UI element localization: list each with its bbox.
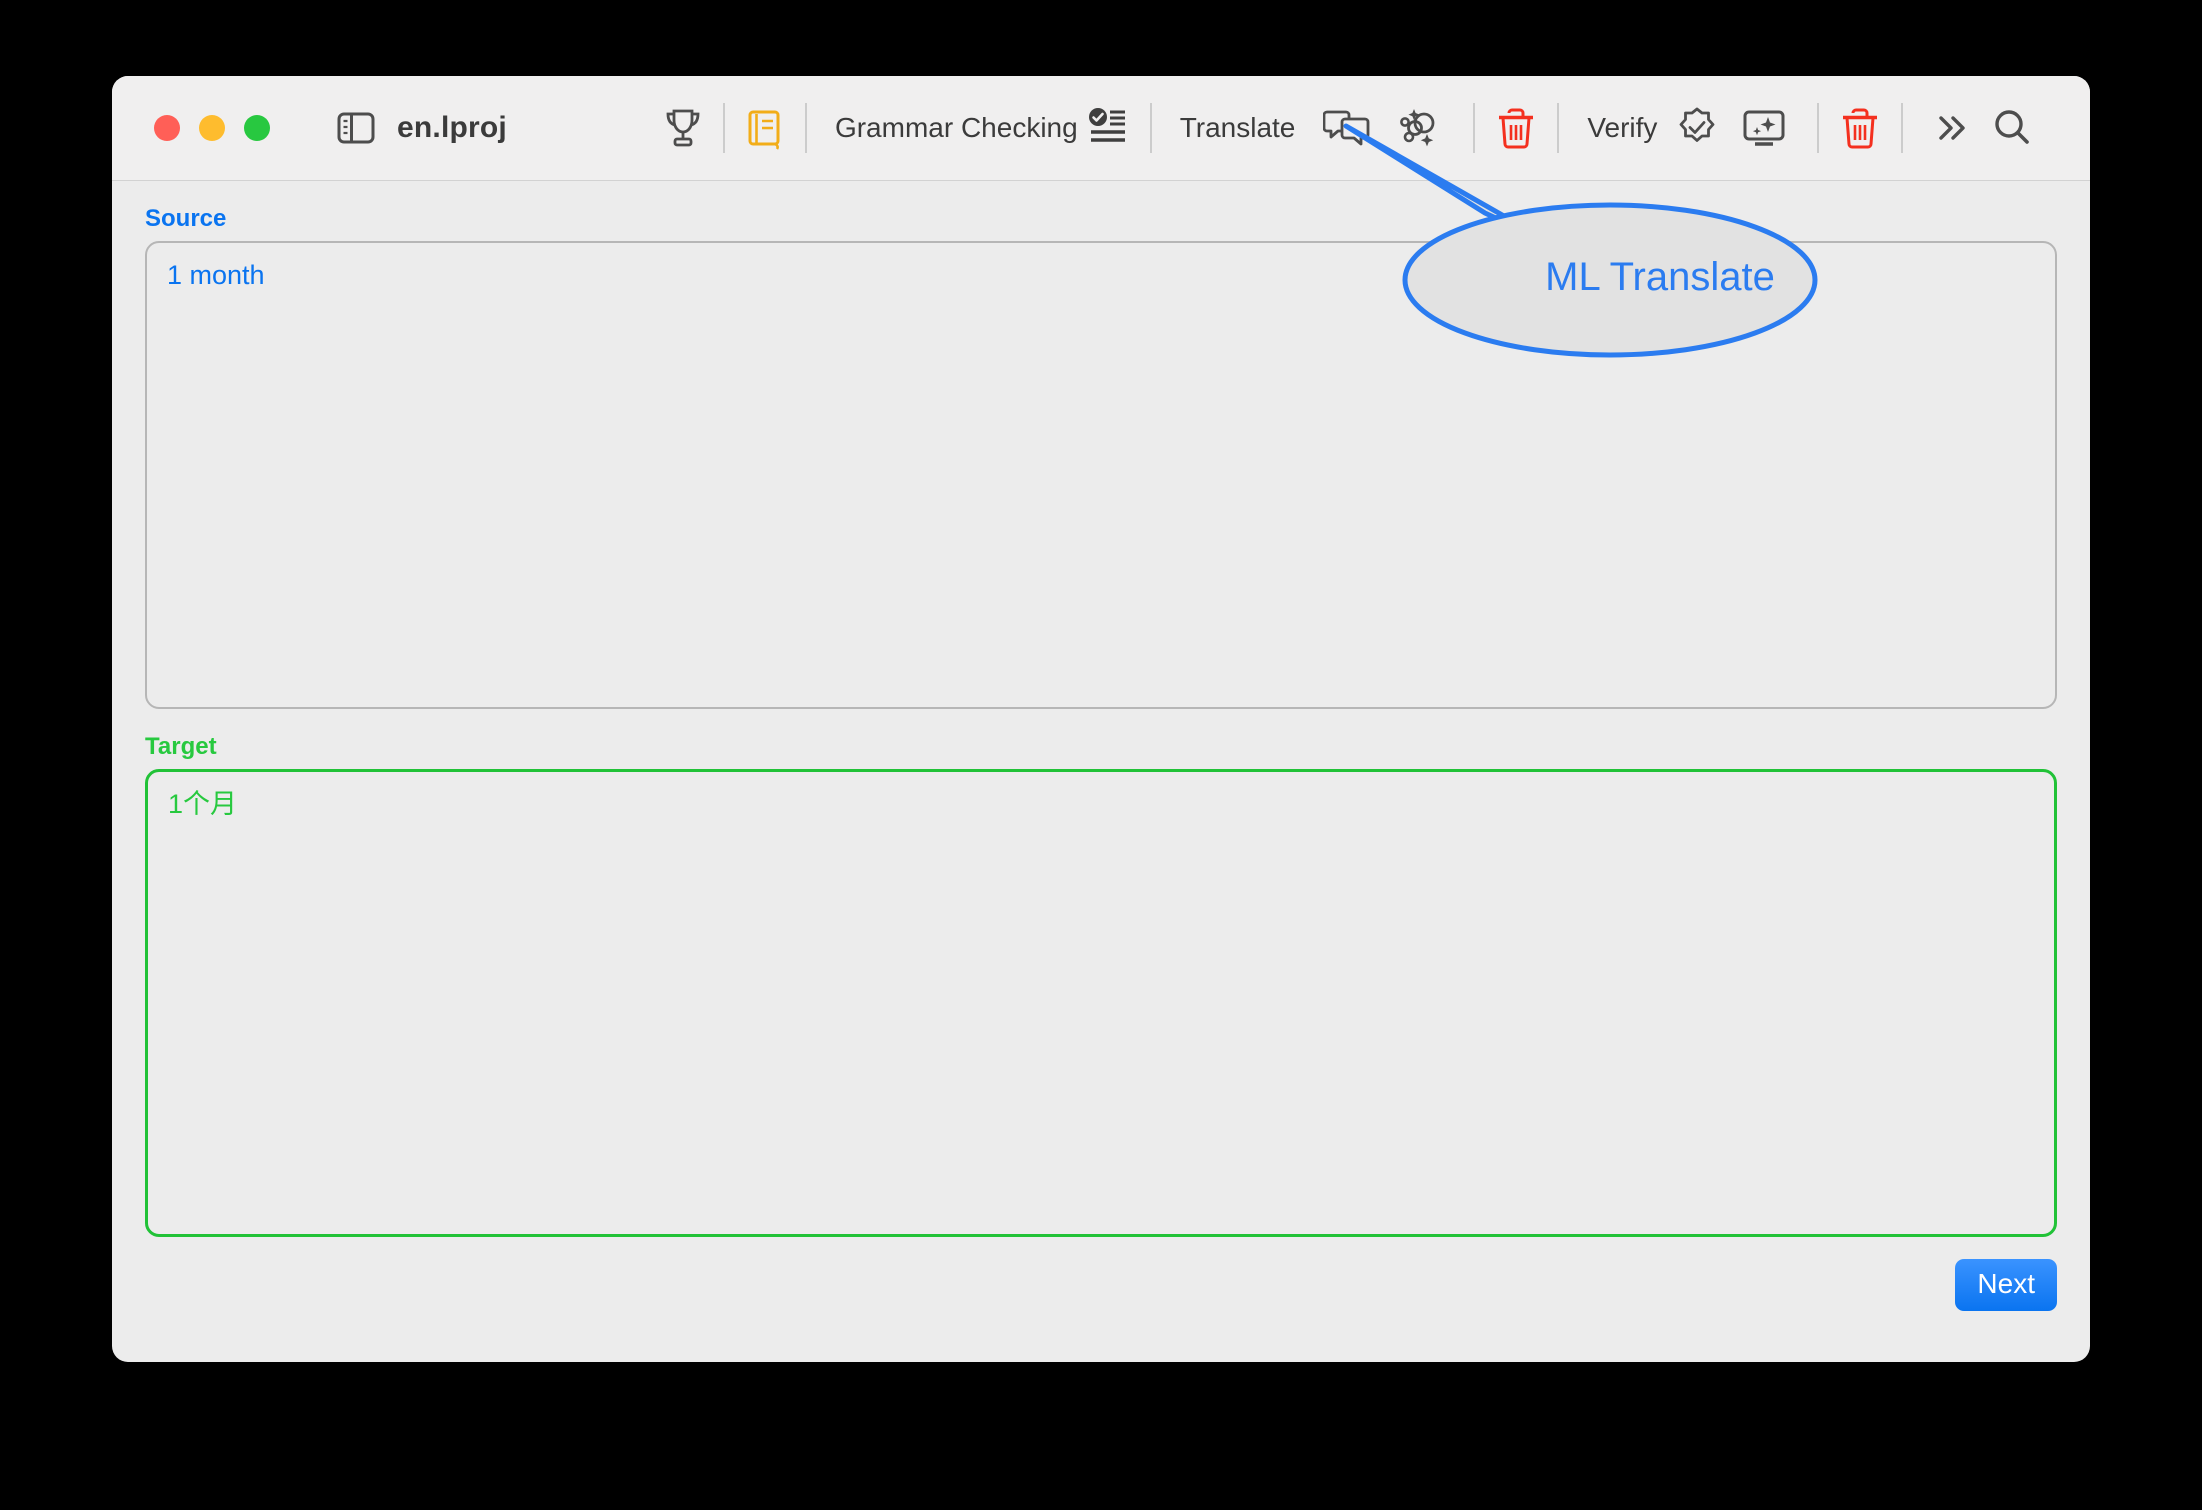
toolbar-separator — [1149, 103, 1152, 153]
editor-content: Source 1 month Target 1个月 — [112, 205, 2090, 1237]
app-window: en.lproj Grammar Checking Translate Veri… — [112, 76, 2090, 1362]
grammar-checking-button[interactable]: Grammar Checking — [821, 98, 1136, 158]
close-button[interactable] — [154, 115, 180, 141]
toolbar-separator — [1901, 103, 1904, 153]
toolbar-separator — [1557, 103, 1560, 153]
window-title: en.lproj — [397, 111, 507, 144]
translate-label-item: Translate — [1166, 98, 1310, 158]
source-text-area[interactable]: 1 month — [145, 241, 2057, 709]
search-button[interactable] — [1985, 98, 2053, 158]
toolbar-overflow-button[interactable] — [1917, 98, 1985, 158]
display-sparkle-icon — [1741, 106, 1787, 150]
trash-icon — [1839, 105, 1881, 151]
grammar-checklist-icon — [1086, 106, 1130, 150]
speech-bubble-icon — [1323, 106, 1371, 150]
delete-all-button[interactable] — [1833, 98, 1887, 158]
minimize-button[interactable] — [199, 115, 225, 141]
sidebar-toggle-button[interactable] — [337, 112, 375, 144]
grammar-checking-label: Grammar Checking — [834, 112, 1078, 143]
next-button[interactable]: Next — [1955, 1259, 2057, 1311]
trophy-button[interactable] — [657, 98, 709, 158]
source-label: Source — [145, 205, 227, 232]
trash-icon — [1495, 105, 1537, 151]
toolbar: en.lproj Grammar Checking Translate Veri… — [112, 76, 2090, 181]
chevron-double-right-icon — [1931, 110, 1971, 146]
verify-button[interactable]: Verify — [1573, 98, 1725, 158]
preview-button[interactable] — [1725, 98, 1803, 158]
dictionary-book-icon — [745, 106, 785, 150]
window-controls — [154, 115, 270, 141]
toolbar-separator — [804, 103, 807, 153]
trophy-icon — [663, 107, 703, 149]
toolbar-separator — [722, 103, 725, 153]
footer-bar: Next — [112, 1237, 2090, 1311]
toolbar-separator — [1817, 103, 1820, 153]
verify-label: Verify — [1587, 112, 1658, 143]
sidebar-toggle-icon — [337, 112, 375, 144]
sparkles-icon — [1399, 106, 1445, 150]
delete-button[interactable] — [1489, 98, 1543, 158]
zoom-button[interactable] — [244, 115, 270, 141]
dictionary-button[interactable] — [739, 98, 791, 158]
ml-translate-button[interactable] — [1309, 98, 1385, 158]
toolbar-separator — [1473, 103, 1476, 153]
target-label: Target — [145, 733, 217, 760]
translate-label: Translate — [1179, 112, 1296, 143]
target-text-area[interactable]: 1个月 — [145, 769, 2057, 1237]
sparkles-button[interactable] — [1385, 98, 1459, 158]
verify-seal-icon — [1675, 106, 1719, 150]
search-icon — [1991, 107, 2033, 149]
